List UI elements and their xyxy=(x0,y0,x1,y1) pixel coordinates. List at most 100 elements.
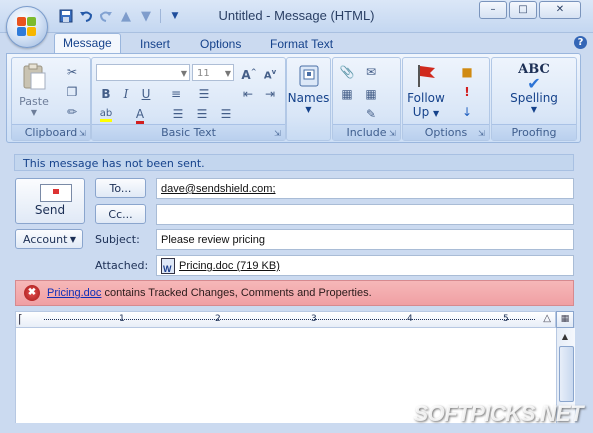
follow-up-label-up: Up xyxy=(412,105,430,119)
underline-button[interactable]: U xyxy=(138,86,154,102)
ruler-number: 1 xyxy=(119,314,125,324)
calendar-icon[interactable]: ▦ xyxy=(363,86,379,102)
paste-button[interactable]: Paste ▼ xyxy=(16,62,52,117)
document-inspector-warning: ✖ Pricing.doc contains Tracked Changes, … xyxy=(15,280,574,306)
copy-icon[interactable]: ❐ xyxy=(64,84,80,100)
view-ruler-icon[interactable]: ▦ xyxy=(556,311,574,328)
paste-icon xyxy=(23,63,46,90)
options-label: Options xyxy=(403,124,489,140)
font-size-select[interactable]: 11 ▼ xyxy=(192,64,234,81)
scroll-up-icon[interactable]: ▲ xyxy=(559,332,571,342)
account-button[interactable]: Account ▼ xyxy=(15,229,83,249)
minimize-button[interactable]: – xyxy=(479,1,507,19)
align-right-icon[interactable]: ☰ xyxy=(218,106,234,122)
office-logo-icon xyxy=(17,17,37,37)
basic-text-launcher-icon[interactable]: ⇲ xyxy=(274,129,283,138)
font-name-select[interactable]: ▼ xyxy=(96,64,190,81)
options-launcher-icon[interactable]: ⇲ xyxy=(478,129,487,138)
warning-attachment-link[interactable]: Pricing.doc xyxy=(47,287,101,299)
chevron-down-icon: ▼ xyxy=(180,69,187,78)
flag-icon xyxy=(418,65,435,87)
font-color-icon[interactable]: A xyxy=(132,106,148,124)
numbering-icon[interactable]: ☰ xyxy=(196,86,212,102)
attached-field[interactable]: Pricing.doc (719 KB) xyxy=(156,255,574,279)
watermark: SOFTPICKS.NET xyxy=(413,401,583,426)
attachment-link[interactable]: Pricing.doc (719 KB) xyxy=(179,260,280,272)
address-book-icon xyxy=(299,65,318,87)
ribbon-tabs: Message Insert Options Format Text ? xyxy=(0,32,593,55)
highlight-icon[interactable]: ab xyxy=(98,106,114,122)
tab-message[interactable]: Message xyxy=(54,33,121,55)
bullets-icon[interactable]: ≡ xyxy=(168,86,184,102)
signature-icon[interactable]: ✎ xyxy=(363,106,379,122)
shrink-font-icon[interactable]: Av xyxy=(262,64,278,81)
send-envelope-icon xyxy=(40,184,72,202)
low-importance-icon[interactable]: ↓ xyxy=(459,104,475,120)
decrease-indent-icon[interactable]: ⇤ xyxy=(240,86,256,102)
increase-indent-icon[interactable]: ⇥ xyxy=(262,86,278,102)
paste-dropdown-icon: ▼ xyxy=(30,108,38,117)
info-bar: This message has not been sent. xyxy=(14,154,574,171)
categorize-icon[interactable]: ■ xyxy=(459,64,475,80)
ruler[interactable]: ⌈ 1 2 3 4 5 △ xyxy=(15,311,556,328)
bold-button[interactable]: B xyxy=(98,86,114,102)
follow-up-label: Follow xyxy=(407,91,445,105)
include-launcher-icon[interactable]: ⇲ xyxy=(389,129,398,138)
tab-options[interactable]: Options xyxy=(192,35,249,53)
group-proofing: ABC ✔ Spelling ▼ Proofing xyxy=(491,57,577,141)
ruler-number: 2 xyxy=(215,314,221,324)
send-button[interactable]: Send xyxy=(15,178,85,224)
close-button[interactable]: ✕ xyxy=(539,1,581,19)
subject-label: Subject: xyxy=(95,233,140,246)
cc-button[interactable]: Cc... xyxy=(95,204,146,224)
business-card-icon[interactable]: ▦ xyxy=(339,86,355,102)
to-recipient[interactable]: dave@sendshield.com; xyxy=(161,183,276,195)
italic-button[interactable]: I xyxy=(118,86,134,102)
align-center-icon[interactable]: ☰ xyxy=(194,106,210,122)
help-icon[interactable]: ? xyxy=(574,36,587,49)
office-button[interactable] xyxy=(6,6,48,48)
subject-field[interactable]: Please review pricing xyxy=(156,229,574,250)
proofing-label: Proofing xyxy=(492,124,576,140)
to-field[interactable]: dave@sendshield.com; xyxy=(156,178,574,199)
cc-field[interactable] xyxy=(156,204,574,225)
group-names: Names ▼ xyxy=(286,57,331,141)
names-label: Names xyxy=(287,91,330,105)
ribbon: Paste ▼ ✂ ❐ ✏ Clipboard ⇲ ▼ 11 ▼ A^ Av B … xyxy=(6,53,581,143)
follow-up-button[interactable]: Follow Up ▼ xyxy=(403,62,449,119)
clipboard-launcher-icon[interactable]: ⇲ xyxy=(79,129,88,138)
ruler-number: 4 xyxy=(407,314,413,324)
names-dropdown-icon: ▼ xyxy=(305,105,312,114)
attached-label: Attached: xyxy=(95,259,149,272)
maximize-button[interactable]: □ xyxy=(509,1,537,19)
high-importance-icon[interactable]: ! xyxy=(459,84,475,100)
group-options: Follow Up ▼ ■ ! ↓ Options ⇲ xyxy=(402,57,490,141)
cut-icon[interactable]: ✂ xyxy=(64,64,80,80)
names-button[interactable]: Names ▼ xyxy=(287,64,330,114)
ruler-number: 5 xyxy=(503,314,509,324)
format-painter-icon[interactable]: ✏ xyxy=(64,104,80,120)
account-label: Account xyxy=(23,233,68,246)
right-indent-icon[interactable]: △ xyxy=(543,313,551,324)
ruler-ticks xyxy=(44,319,535,323)
send-label: Send xyxy=(34,203,66,217)
scroll-thumb[interactable] xyxy=(559,346,574,402)
attach-file-icon[interactable]: 📎 xyxy=(339,64,355,80)
grow-font-icon[interactable]: A^ xyxy=(241,64,257,82)
title-bar: ▲ ▼ ▼ Untitled - Message (HTML) – □ ✕ xyxy=(0,0,593,48)
group-basic-text: ▼ 11 ▼ A^ Av B I U ≡ ☰ ⇤ ⇥ ab A ☰ ☰ ☰ Bas… xyxy=(91,57,286,141)
group-include: 📎 ✉ ▦ ▦ ✎ Include ⇲ xyxy=(332,57,401,141)
indent-marker-icon[interactable]: ⌈ xyxy=(18,312,23,326)
shield-warning-icon: ✖ xyxy=(24,285,40,301)
tab-insert[interactable]: Insert xyxy=(132,35,178,53)
to-button[interactable]: To... xyxy=(95,178,146,198)
chevron-down-icon: ▼ xyxy=(69,235,76,244)
word-document-icon xyxy=(161,258,175,279)
tab-format-text[interactable]: Format Text xyxy=(262,35,341,53)
attach-item-icon[interactable]: ✉ xyxy=(363,64,379,80)
checkmark-icon: ✔ xyxy=(527,74,541,93)
spelling-button[interactable]: ABC ✔ Spelling ▼ xyxy=(492,62,576,114)
align-left-icon[interactable]: ☰ xyxy=(170,106,186,122)
follow-up-label-2: Up ▼ xyxy=(403,105,449,119)
basic-text-label: Basic Text xyxy=(92,124,285,140)
